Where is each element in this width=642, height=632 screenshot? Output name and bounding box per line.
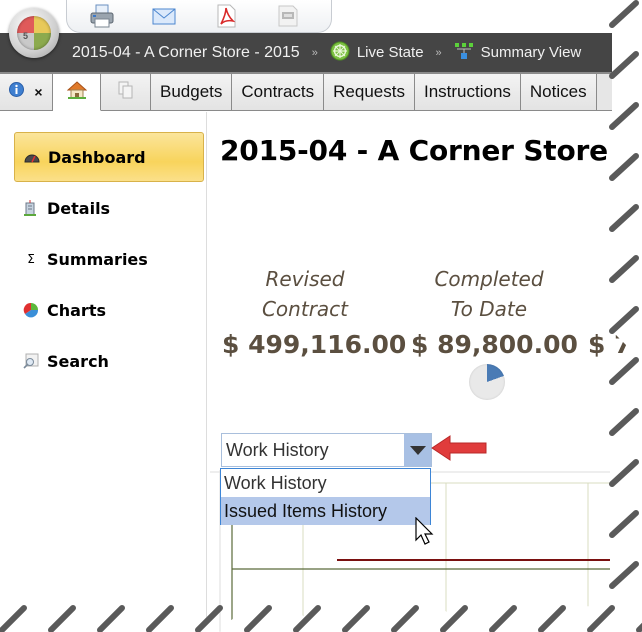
sidebar-item-label: Dashboard bbox=[48, 147, 146, 167]
kpi-completed-to-date: Completed To Date $ 89,800.00 bbox=[411, 264, 578, 362]
kpi-label: Completed bbox=[434, 267, 544, 291]
page-title: 2015-04 - A Corner Store bbox=[220, 134, 608, 167]
torn-edge-shadow bbox=[609, 51, 639, 79]
gauge-icon bbox=[24, 149, 40, 165]
option-work-history[interactable]: Work History bbox=[221, 469, 430, 497]
module-tabs: × Budgets Contracts Requests Instruction… bbox=[0, 72, 612, 111]
breadcrumb-separator: » bbox=[435, 46, 442, 59]
history-select[interactable]: Work History bbox=[221, 433, 432, 467]
breadcrumb-live-state-label: Live State bbox=[356, 44, 424, 61]
breadcrumb-project-label: 2015-04 - A Corner Store - 2015 bbox=[72, 43, 300, 61]
documents-icon bbox=[118, 81, 134, 104]
tab-documents[interactable] bbox=[101, 74, 151, 110]
torn-edge-shadow bbox=[609, 102, 639, 130]
kpi-partial: $ 7 bbox=[588, 264, 642, 362]
torn-edge-shadow bbox=[609, 0, 639, 28]
tab-home[interactable] bbox=[53, 74, 101, 111]
pdf-icon[interactable] bbox=[213, 4, 239, 28]
history-select-value: Work History bbox=[226, 439, 329, 460]
email-icon[interactable] bbox=[151, 4, 177, 28]
history-select-options: Work History Issued Items History bbox=[220, 468, 431, 525]
kpi-value: $ 7 bbox=[588, 330, 632, 359]
breadcrumb-project[interactable]: 2015-04 - A Corner Store - 2015 bbox=[72, 44, 300, 62]
print-icon[interactable] bbox=[89, 4, 115, 28]
search-icon bbox=[23, 353, 39, 369]
tab-info[interactable]: × bbox=[0, 74, 53, 110]
sigma-icon: Σ bbox=[27, 252, 35, 266]
home-icon bbox=[66, 80, 87, 104]
option-issued-items-history[interactable]: Issued Items History bbox=[221, 497, 430, 525]
torn-edge-shadow bbox=[609, 204, 639, 232]
sidebar-item-summaries[interactable]: Σ Summaries bbox=[14, 234, 204, 284]
torn-edge-shadow bbox=[609, 153, 639, 181]
tab-contracts[interactable]: Contracts bbox=[232, 74, 325, 110]
breadcrumb-bar: 2015-04 - A Corner Store - 2015 » Live S… bbox=[0, 33, 612, 72]
quick-access-toolbar bbox=[66, 0, 332, 33]
kpi-label bbox=[588, 294, 642, 324]
export-icon[interactable] bbox=[275, 4, 301, 28]
building-icon bbox=[23, 200, 39, 216]
sidebar-item-search[interactable]: Search bbox=[14, 336, 204, 386]
mouse-cursor-icon bbox=[415, 517, 434, 545]
pie-chart-icon bbox=[23, 302, 39, 318]
completion-pie-indicator bbox=[469, 364, 505, 400]
torn-edge-shadow bbox=[609, 357, 639, 385]
sidebar-item-label: Details bbox=[47, 198, 111, 218]
breadcrumb-summary-view-label: Summary View bbox=[480, 44, 582, 61]
sidebar-item-dashboard[interactable]: Dashboard bbox=[14, 132, 204, 182]
breadcrumb-live-state[interactable]: Live State bbox=[330, 41, 424, 65]
annotation-arrow-icon bbox=[431, 435, 487, 461]
kpi-value: $ 499,116.00 bbox=[222, 330, 407, 359]
sidebar-item-label: Search bbox=[47, 351, 109, 371]
tab-budgets[interactable]: Budgets bbox=[151, 74, 233, 110]
tab-notices[interactable]: Notices bbox=[520, 74, 597, 110]
torn-edge-shadow bbox=[609, 408, 639, 436]
app-logo-label: 5 bbox=[23, 31, 29, 41]
breadcrumb-summary-view[interactable]: Summary View bbox=[454, 41, 582, 65]
sidebar: Dashboard Details Σ Summaries Charts Sea… bbox=[0, 112, 207, 632]
sidebar-item-details[interactable]: Details bbox=[14, 183, 204, 233]
live-state-icon bbox=[330, 41, 350, 65]
tab-requests[interactable]: Requests bbox=[324, 74, 415, 110]
kpi-value: $ 89,800.00 bbox=[411, 330, 578, 359]
kpi-label: To Date bbox=[450, 297, 528, 321]
tab-instructions[interactable]: Instructions bbox=[414, 74, 521, 110]
sidebar-item-label: Summaries bbox=[47, 249, 148, 269]
app-menu-button[interactable]: 5 bbox=[9, 8, 59, 58]
sidebar-item-charts[interactable]: Charts bbox=[14, 285, 204, 335]
history-select-toggle[interactable] bbox=[404, 434, 431, 466]
info-icon bbox=[9, 82, 25, 102]
sidebar-item-label: Charts bbox=[47, 300, 106, 320]
breadcrumb-separator: » bbox=[311, 46, 318, 59]
close-icon[interactable]: × bbox=[34, 84, 42, 100]
summary-view-icon bbox=[454, 41, 474, 65]
kpi-label bbox=[588, 264, 642, 294]
kpi-revised-contract: Revised Contract $ 499,116.00 bbox=[222, 264, 407, 362]
kpi-label: Revised bbox=[265, 267, 345, 291]
chevron-down-icon bbox=[409, 445, 426, 455]
kpi-label: Contract bbox=[261, 297, 349, 321]
